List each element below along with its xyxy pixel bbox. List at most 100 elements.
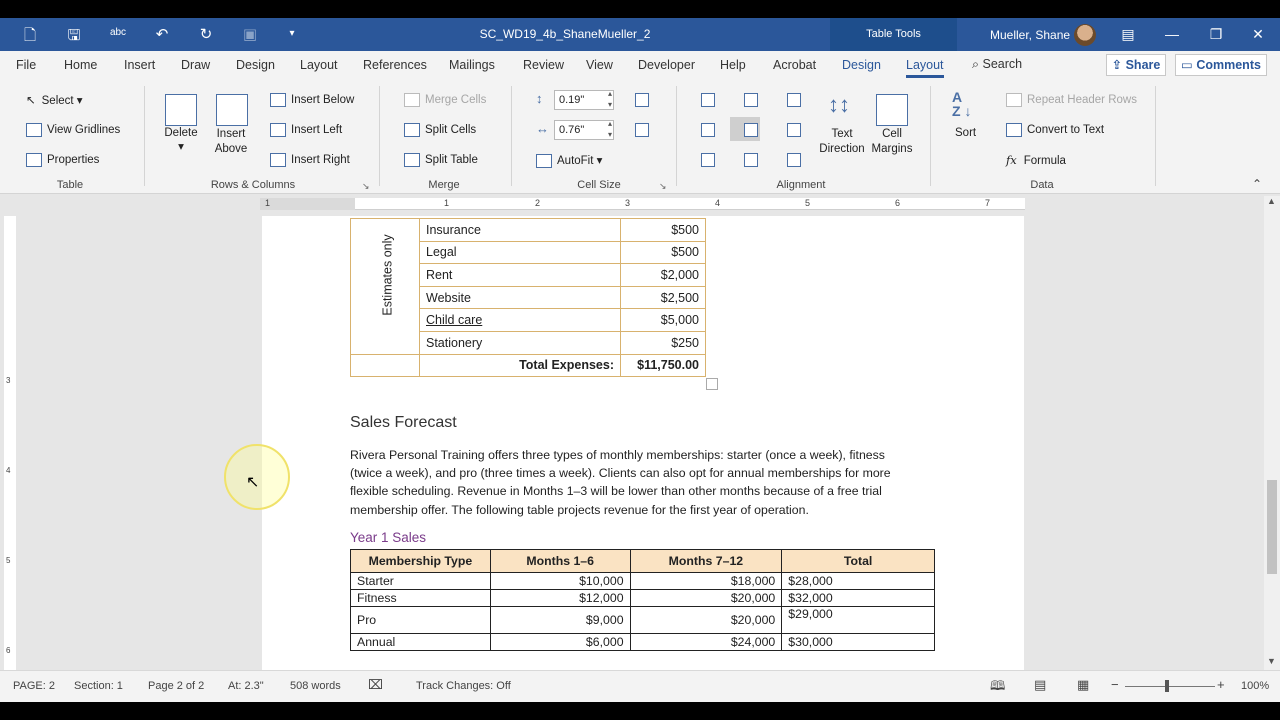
- tab-insert[interactable]: Insert: [124, 58, 155, 72]
- column-header[interactable]: Membership Type: [350, 549, 491, 573]
- table-cell[interactable]: $20,000: [629, 589, 783, 607]
- table-cell[interactable]: $20,000: [629, 606, 783, 634]
- table-row[interactable]: Insurance $500: [350, 218, 706, 355]
- zoom-in-icon[interactable]: +: [1217, 677, 1225, 692]
- zoom-level[interactable]: 100%: [1241, 680, 1269, 692]
- expense-item[interactable]: Stationery: [419, 330, 621, 355]
- align-center-left-icon[interactable]: [701, 123, 715, 137]
- web-layout-icon[interactable]: ▦: [1077, 677, 1089, 693]
- align-top-center-icon[interactable]: [744, 93, 758, 107]
- table-cell[interactable]: Starter: [350, 572, 491, 590]
- vertical-ruler[interactable]: 3 4 5 6: [4, 216, 16, 670]
- redo-icon[interactable]: ↻: [196, 25, 216, 43]
- tab-file[interactable]: File: [16, 58, 36, 72]
- spelling-icon[interactable]: abc: [108, 27, 128, 38]
- align-top-left-icon[interactable]: [701, 93, 715, 107]
- table-cell[interactable]: $28,000: [781, 572, 935, 590]
- undo-icon[interactable]: ↶: [152, 25, 172, 43]
- status-section[interactable]: Section: 1: [74, 680, 123, 692]
- table-row[interactable]: Fitness $12,000 $20,000 $32,000: [350, 589, 935, 607]
- table-resize-handle[interactable]: [706, 378, 718, 390]
- table-header-row[interactable]: Membership Type Months 1–6 Months 7–12 T…: [350, 549, 935, 573]
- expenses-table[interactable]: Insurance $500 Legal $500 Rent $2,000 Websi…: [350, 218, 706, 378]
- tab-draw[interactable]: Draw: [181, 58, 210, 72]
- minimize-icon[interactable]: —: [1162, 26, 1182, 42]
- save-icon[interactable]: 🖫: [64, 25, 84, 50]
- table-cell[interactable]: $9,000: [489, 606, 631, 634]
- table-row[interactable]: Total Expenses: $11,750.00: [350, 353, 706, 378]
- collapse-ribbon-icon[interactable]: ⌃: [1252, 177, 1262, 191]
- zoom-slider[interactable]: [1125, 686, 1215, 687]
- table-cell[interactable]: $6,000: [489, 633, 631, 651]
- tab-design[interactable]: Design: [236, 58, 275, 72]
- formula-button[interactable]: fx Formula: [1006, 153, 1066, 167]
- cell-margins-button[interactable]: Cell Margins: [870, 127, 914, 157]
- align-top-right-icon[interactable]: [787, 93, 801, 107]
- width-spinner-icon[interactable]: ▴ ▾: [608, 118, 612, 140]
- status-page[interactable]: PAGE: 2: [13, 680, 55, 692]
- tab-acrobat[interactable]: Acrobat: [773, 58, 816, 72]
- tab-mailings[interactable]: Mailings: [449, 58, 495, 72]
- proofing-icon[interactable]: ⌧: [368, 677, 383, 693]
- expense-amount[interactable]: $250: [620, 330, 706, 355]
- align-bottom-center-icon[interactable]: [744, 153, 758, 167]
- total-value[interactable]: $11,750.00: [620, 353, 706, 378]
- comments-button[interactable]: ▭ Comments: [1175, 54, 1267, 76]
- horizontal-ruler[interactable]: 1 1 2 3 4 5 6 7: [260, 198, 1025, 210]
- table-row[interactable]: Annual $6,000 $24,000 $30,000: [350, 633, 935, 651]
- table-cell[interactable]: $18,000: [629, 572, 783, 590]
- status-word-count[interactable]: 508 words: [290, 680, 341, 692]
- insert-below-button[interactable]: Insert Below: [270, 93, 354, 107]
- status-position[interactable]: At: 2.3": [228, 680, 264, 692]
- height-spinner-icon[interactable]: ▴ ▾: [608, 88, 612, 110]
- expense-amount[interactable]: $2,000: [620, 263, 706, 287]
- tab-table-design[interactable]: Design: [842, 58, 881, 72]
- insert-right-button[interactable]: Insert Right: [270, 153, 350, 167]
- column-header[interactable]: Total: [781, 549, 935, 573]
- autofit-button[interactable]: AutoFit ▾: [536, 153, 602, 168]
- sales-table[interactable]: Membership Type Months 1–6 Months 7–12 T…: [350, 549, 935, 651]
- delete-button[interactable]: Delete ▾: [164, 127, 198, 153]
- merge-cells-button[interactable]: Merge Cells: [404, 93, 486, 107]
- scroll-thumb[interactable]: [1267, 480, 1277, 574]
- tab-references[interactable]: References: [363, 58, 427, 72]
- expense-amount[interactable]: $5,000: [620, 308, 706, 332]
- expense-item[interactable]: Website: [419, 285, 621, 310]
- document-page[interactable]: Insurance $500 Legal $500 Rent $2,000 Websi…: [262, 216, 1024, 670]
- tab-review[interactable]: Review: [523, 58, 564, 72]
- align-center-icon[interactable]: [744, 123, 758, 137]
- text-direction-button[interactable]: Text Direction: [818, 127, 866, 157]
- scroll-down-icon[interactable]: ▼: [1267, 656, 1276, 666]
- share-button[interactable]: ⇪ Share: [1106, 54, 1166, 76]
- tab-view[interactable]: View: [586, 58, 613, 72]
- view-gridlines-button[interactable]: View Gridlines: [26, 123, 120, 137]
- new-document-icon[interactable]: 🗋: [20, 25, 40, 50]
- split-table-button[interactable]: Split Table: [404, 153, 478, 167]
- expense-item[interactable]: Rent: [419, 263, 621, 287]
- ribbon-display-icon[interactable]: ▤: [1118, 26, 1138, 43]
- user-name[interactable]: Mueller, Shane: [990, 28, 1070, 42]
- table-cell[interactable]: $24,000: [629, 633, 783, 651]
- zoom-out-icon[interactable]: −: [1111, 677, 1119, 692]
- zoom-slider-thumb[interactable]: [1165, 680, 1169, 692]
- empty-cell[interactable]: [350, 353, 420, 378]
- insert-left-button[interactable]: Insert Left: [270, 123, 342, 137]
- row-height-input[interactable]: 0.19": [554, 90, 614, 110]
- touch-mode-icon[interactable]: ▣: [240, 25, 260, 43]
- properties-button[interactable]: Properties: [26, 153, 99, 167]
- convert-to-text-button[interactable]: Convert to Text: [1006, 123, 1104, 137]
- tab-help[interactable]: Help: [720, 58, 746, 72]
- table-cell[interactable]: Pro: [350, 606, 491, 634]
- table-row[interactable]: Starter $10,000 $18,000 $28,000: [350, 572, 935, 590]
- table-cell[interactable]: Fitness: [350, 589, 491, 607]
- table-cell[interactable]: $12,000: [489, 589, 631, 607]
- tab-developer[interactable]: Developer: [638, 58, 695, 72]
- table-cell[interactable]: $29,000: [781, 606, 935, 634]
- column-header[interactable]: Months 1–6: [489, 549, 631, 573]
- table-cell[interactable]: $32,000: [781, 589, 935, 607]
- sort-button[interactable]: Sort: [955, 127, 976, 139]
- table-row[interactable]: Pro $9,000 $20,000 $29,000: [350, 606, 935, 634]
- align-center-right-icon[interactable]: [787, 123, 801, 137]
- distribute-rows-icon[interactable]: [635, 93, 649, 107]
- expense-amount[interactable]: $500: [620, 218, 706, 242]
